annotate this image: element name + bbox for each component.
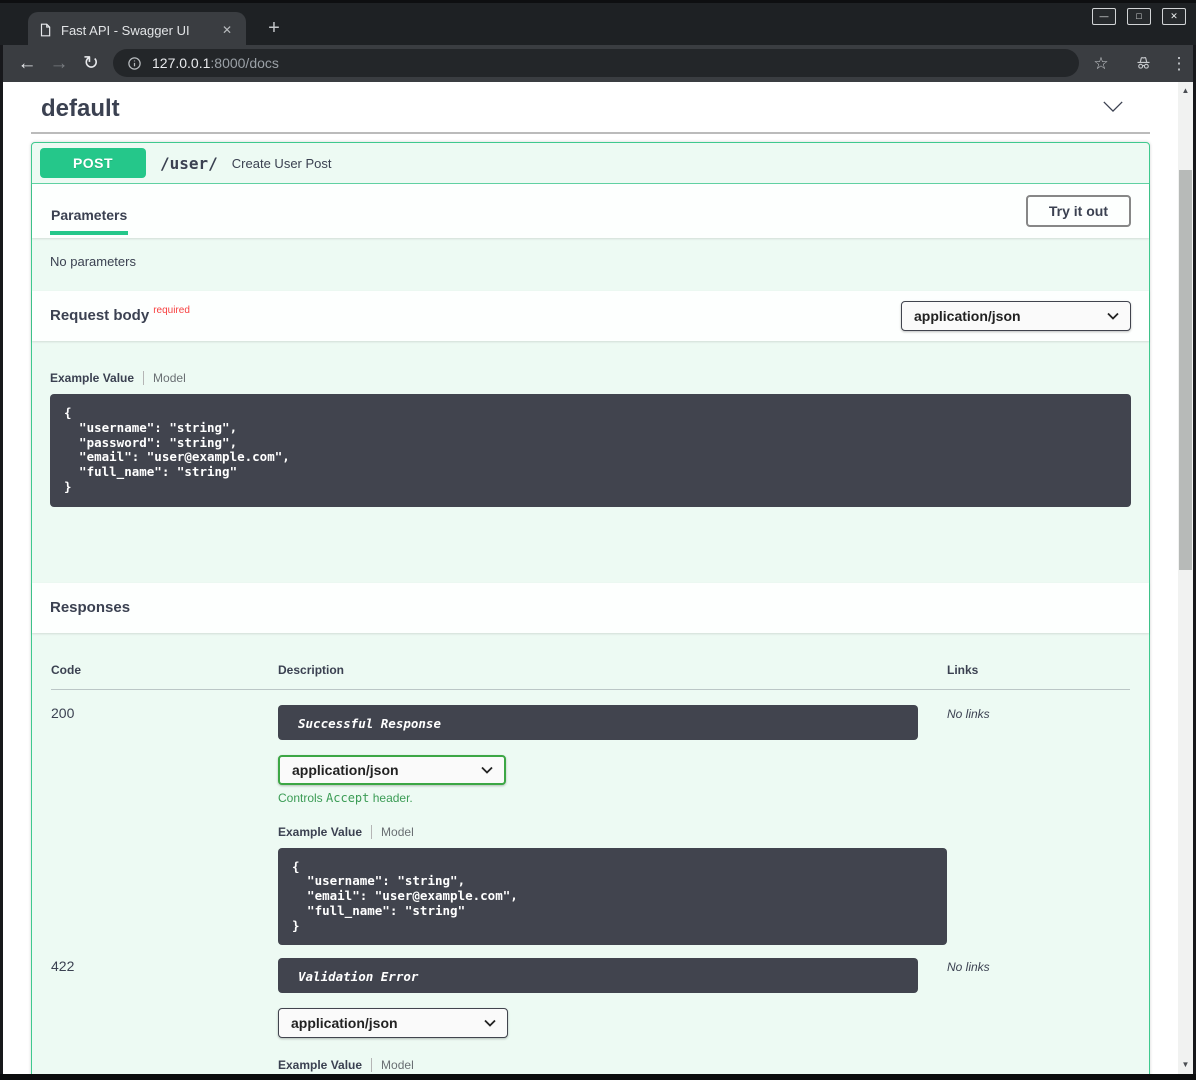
response-422-example-tabs: Example Value Model: [278, 1058, 947, 1072]
response-media-type-select[interactable]: application/json: [278, 755, 506, 785]
swagger-content: default POST /user/ Create User Post Par…: [3, 82, 1178, 1074]
col-links: Links: [947, 663, 1130, 677]
window-maximize-button[interactable]: □: [1127, 8, 1151, 25]
request-body-media-type-select[interactable]: application/json: [901, 301, 1131, 331]
response-media-type-select[interactable]: application/json: [278, 1008, 508, 1038]
back-button[interactable]: ←: [11, 53, 43, 75]
model-tab[interactable]: Model: [381, 1058, 414, 1072]
tab-separator: [143, 371, 144, 385]
response-200-example-tabs: Example Value Model: [278, 825, 947, 839]
tab-separator: [371, 825, 372, 839]
response-200-description-cell: Successful Response application/json Con…: [278, 705, 947, 946]
browser-titlebar: Fast API - Swagger UI ✕ + — □ ✕: [0, 0, 1196, 45]
request-body-label: Request body: [50, 307, 149, 324]
request-body-section: Example Value Model { "username": "strin…: [32, 341, 1149, 583]
browser-tab[interactable]: Fast API - Swagger UI ✕: [28, 12, 246, 48]
response-media-type-value: application/json: [292, 762, 399, 778]
opblock-post-user: POST /user/ Create User Post Parameters …: [31, 142, 1150, 1074]
note-suffix: header.: [369, 791, 412, 805]
section-divider: [31, 132, 1150, 134]
incognito-profile-icon[interactable]: [1129, 55, 1157, 77]
forward-button[interactable]: →: [43, 53, 75, 75]
request-body-media-type-value: application/json: [914, 308, 1021, 324]
try-it-out-button[interactable]: Try it out: [1026, 195, 1131, 227]
page-scrollbar[interactable]: ▲ ▼: [1178, 82, 1193, 1074]
responses-header: Responses: [32, 583, 1149, 633]
url-text: 127.0.0.1:8000/docs: [152, 55, 279, 71]
chevron-down-icon: [481, 766, 493, 774]
response-links: No links: [947, 958, 1130, 1074]
note-accept: Accept: [326, 791, 369, 805]
new-tab-button[interactable]: +: [260, 15, 288, 43]
response-422-description-cell: Validation Error application/json Exampl…: [278, 958, 947, 1074]
window-bottom-edge: [0, 1074, 1196, 1080]
parameters-tab: Parameters: [50, 197, 128, 235]
url-host: 127.0.0.1: [152, 55, 210, 71]
page-favicon-icon: [38, 22, 52, 38]
swagger-page: default POST /user/ Create User Post Par…: [3, 82, 1178, 1074]
request-body-title-wrap: Request body required: [50, 307, 190, 325]
responses-table: Code Description Links 200 Successful Re…: [32, 633, 1149, 1075]
note-prefix: Controls: [278, 791, 326, 805]
operation-path: /user/: [160, 154, 218, 173]
spacer: [50, 507, 1131, 583]
response-media-control: application/json: [278, 1008, 947, 1038]
window-controls: — □ ✕: [1092, 8, 1186, 25]
example-value-tab[interactable]: Example Value: [278, 825, 362, 839]
response-description: Validation Error: [278, 958, 918, 993]
url-bar[interactable]: 127.0.0.1:8000/docs: [113, 49, 1079, 77]
col-description: Description: [278, 663, 947, 677]
url-path: :8000/docs: [210, 55, 279, 71]
response-media-control: application/json Controls Accept header.: [278, 755, 947, 805]
response-row-200: 200 Successful Response application/json…: [51, 690, 1130, 946]
bookmark-star-icon[interactable]: ☆: [1087, 54, 1115, 74]
controls-accept-note: Controls Accept header.: [278, 791, 947, 805]
window-close-button[interactable]: ✕: [1162, 8, 1186, 25]
opblock-summary[interactable]: POST /user/ Create User Post: [32, 143, 1149, 184]
required-badge: required: [153, 305, 190, 316]
response-row-422: 422 Validation Error application/json Ex…: [51, 945, 1130, 1074]
http-method-badge: POST: [40, 148, 146, 178]
example-value-tab[interactable]: Example Value: [278, 1058, 362, 1072]
chevron-down-icon: [1107, 312, 1119, 320]
request-body-header: Request body required application/json: [32, 291, 1149, 341]
chevron-down-icon: [484, 1019, 496, 1027]
browser-toolbar: ← → ↻ 127.0.0.1:8000/docs ☆ ⋮: [3, 45, 1193, 82]
incognito-glyph-icon: [1134, 55, 1153, 72]
api-section-header[interactable]: default: [31, 82, 1150, 132]
tab-close-icon[interactable]: ✕: [218, 21, 236, 39]
response-code: 422: [51, 958, 278, 1074]
request-body-example-tabs: Example Value Model: [50, 371, 1131, 385]
request-body-example-code: { "username": "string", "password": "str…: [50, 394, 1131, 507]
scrollbar-down-arrow-icon[interactable]: ▼: [1178, 1058, 1193, 1072]
example-value-tab[interactable]: Example Value: [50, 371, 134, 385]
responses-table-head: Code Description Links: [51, 649, 1130, 690]
response-links: No links: [947, 705, 1130, 946]
section-title: default: [41, 95, 120, 123]
tab-title: Fast API - Swagger UI: [61, 23, 209, 38]
responses-label: Responses: [50, 599, 130, 616]
no-parameters-text: No parameters: [32, 238, 1149, 291]
response-code: 200: [51, 705, 278, 946]
tab-separator: [371, 1058, 372, 1072]
section-collapse-chevron-icon[interactable]: [1102, 100, 1124, 119]
parameters-header: Parameters Try it out: [32, 184, 1149, 238]
reload-button[interactable]: ↻: [75, 52, 107, 75]
browser-menu-icon[interactable]: ⋮: [1165, 54, 1193, 74]
scrollbar-up-arrow-icon[interactable]: ▲: [1178, 84, 1193, 98]
response-200-example-code: { "username": "string", "email": "user@e…: [278, 848, 947, 946]
col-code: Code: [51, 663, 278, 677]
response-description: Successful Response: [278, 705, 918, 740]
model-tab[interactable]: Model: [381, 825, 414, 839]
site-info-icon[interactable]: [127, 56, 142, 71]
model-tab[interactable]: Model: [153, 371, 186, 385]
response-media-type-value: application/json: [291, 1015, 398, 1031]
operation-summary: Create User Post: [232, 156, 332, 171]
window-minimize-button[interactable]: —: [1092, 8, 1116, 25]
scrollbar-thumb[interactable]: [1179, 170, 1192, 570]
